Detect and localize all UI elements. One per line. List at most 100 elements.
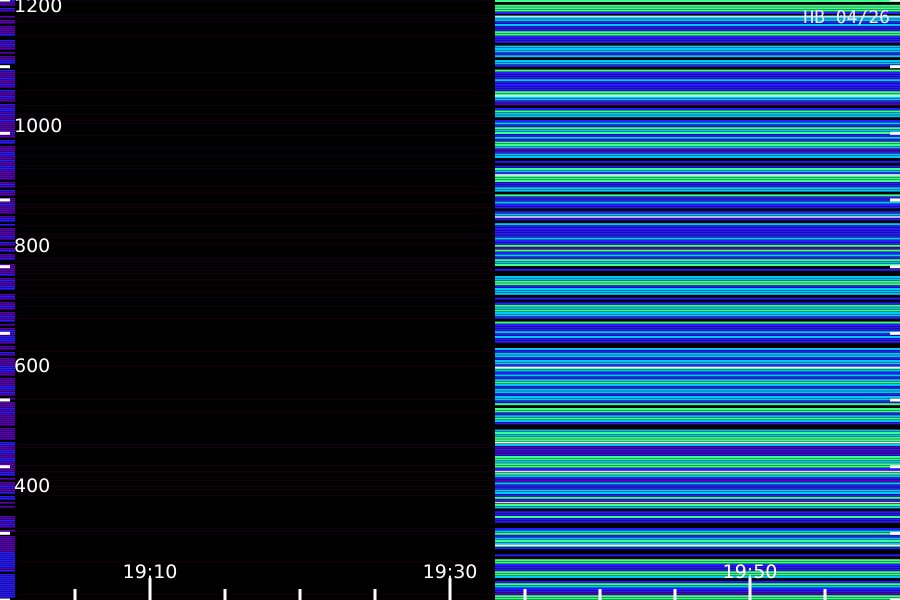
x-minor-tick xyxy=(823,589,827,600)
segment-2-band xyxy=(495,199,900,202)
segment-2-band xyxy=(495,576,900,578)
segment-2-band xyxy=(495,28,900,31)
segment-2-band xyxy=(495,50,900,53)
segment-1-band xyxy=(15,135,495,136)
segment-0-band xyxy=(0,164,15,166)
segment-2-band xyxy=(495,326,900,329)
segment-2-band xyxy=(495,151,900,154)
segment-2-band xyxy=(495,477,900,480)
segment-2-band xyxy=(495,235,900,238)
segment-2-band xyxy=(495,369,900,372)
segment-2-bright-band xyxy=(495,95,900,97)
segment-0-band xyxy=(0,308,15,310)
segment-1-band xyxy=(15,297,495,298)
segment-1-band xyxy=(15,366,495,367)
segment-0-band xyxy=(0,190,15,192)
segment-0-band xyxy=(0,80,15,82)
x-minor-tick xyxy=(223,589,227,600)
segment-2-band xyxy=(495,535,900,538)
segment-0-band xyxy=(0,342,15,344)
segment-2-band xyxy=(495,597,900,600)
segment-2-band xyxy=(495,127,900,130)
segment-2-band xyxy=(495,585,900,588)
segment-0-band xyxy=(0,448,15,450)
segment-0-band xyxy=(0,12,15,14)
segment-1-band xyxy=(15,273,495,274)
segment-0-band xyxy=(0,506,15,508)
segment-0-band xyxy=(0,188,15,190)
segment-0-band xyxy=(0,372,15,374)
segment-0-band xyxy=(0,472,15,474)
segment-0-band xyxy=(0,28,15,30)
segment-2-band xyxy=(495,348,900,350)
segment-2-band xyxy=(495,220,900,223)
segment-2-band xyxy=(495,110,900,113)
segment-2-band xyxy=(495,444,900,446)
segment-0-band xyxy=(0,290,15,292)
segment-2-band xyxy=(495,427,900,430)
segment-2-band xyxy=(495,211,900,214)
segment-0-band xyxy=(0,366,15,368)
segment-2-band xyxy=(495,398,900,401)
segment-0-band xyxy=(0,278,15,280)
segment-2-band xyxy=(495,345,900,348)
segment-0-band xyxy=(0,48,15,50)
segment-0-band xyxy=(0,234,15,236)
segment-0-band xyxy=(0,386,15,388)
segment-2-band xyxy=(495,492,900,494)
x-minor-tick xyxy=(598,589,602,600)
segment-0-band xyxy=(0,492,15,494)
segment-0-band xyxy=(0,390,15,392)
segment-0-band xyxy=(0,530,15,532)
segment-0-band xyxy=(0,552,15,554)
segment-2-band xyxy=(495,381,900,384)
segment-2-band xyxy=(495,564,900,566)
segment-0-band xyxy=(0,486,15,488)
segment-0-band xyxy=(0,424,15,426)
segment-0-band xyxy=(0,336,15,338)
segment-2-band xyxy=(495,31,900,34)
segment-0-band xyxy=(0,528,15,530)
segment-0-band xyxy=(0,584,15,586)
segment-2-band xyxy=(495,184,900,187)
segment-2-band xyxy=(495,55,900,58)
segment-0-band xyxy=(0,496,15,498)
segment-0-band xyxy=(0,548,15,550)
segment-1-band xyxy=(15,204,495,205)
segment-0-band xyxy=(0,456,15,458)
segment-2-band xyxy=(495,357,900,360)
segment-2-band xyxy=(495,0,900,2)
segment-1-band xyxy=(15,534,495,535)
segment-2-band xyxy=(495,134,900,137)
segment-0-band xyxy=(0,494,15,496)
segment-0-band xyxy=(0,146,15,148)
segment-0-band xyxy=(0,378,15,380)
segment-0-band xyxy=(0,114,15,116)
segment-2-band xyxy=(495,43,900,46)
segment-0-band xyxy=(0,24,15,26)
segment-0-band xyxy=(0,238,15,240)
segment-2-band xyxy=(495,420,900,422)
segment-0-band xyxy=(0,498,15,500)
segment-0-band xyxy=(0,374,15,376)
segment-2-band xyxy=(495,331,900,334)
segment-2-band xyxy=(495,319,900,322)
segment-0-band xyxy=(0,184,15,186)
segment-1-band xyxy=(15,207,495,208)
segment-0-band xyxy=(0,580,15,582)
segment-0-band xyxy=(0,272,15,274)
segment-0-band xyxy=(0,92,15,94)
segment-2-band xyxy=(495,57,900,60)
segment-1-band xyxy=(15,531,495,532)
segment-1-band xyxy=(15,18,495,19)
segment-0-band xyxy=(0,282,15,284)
segment-2-band xyxy=(495,280,900,283)
segment-2-band xyxy=(495,194,900,197)
segment-2-bright-band xyxy=(495,216,900,218)
segment-2-band xyxy=(495,468,900,470)
segment-0-band xyxy=(0,144,15,146)
segment-2-band xyxy=(495,247,900,250)
segment-2-band xyxy=(495,196,900,199)
segment-2-band xyxy=(495,312,900,314)
segment-2-band xyxy=(495,482,900,485)
